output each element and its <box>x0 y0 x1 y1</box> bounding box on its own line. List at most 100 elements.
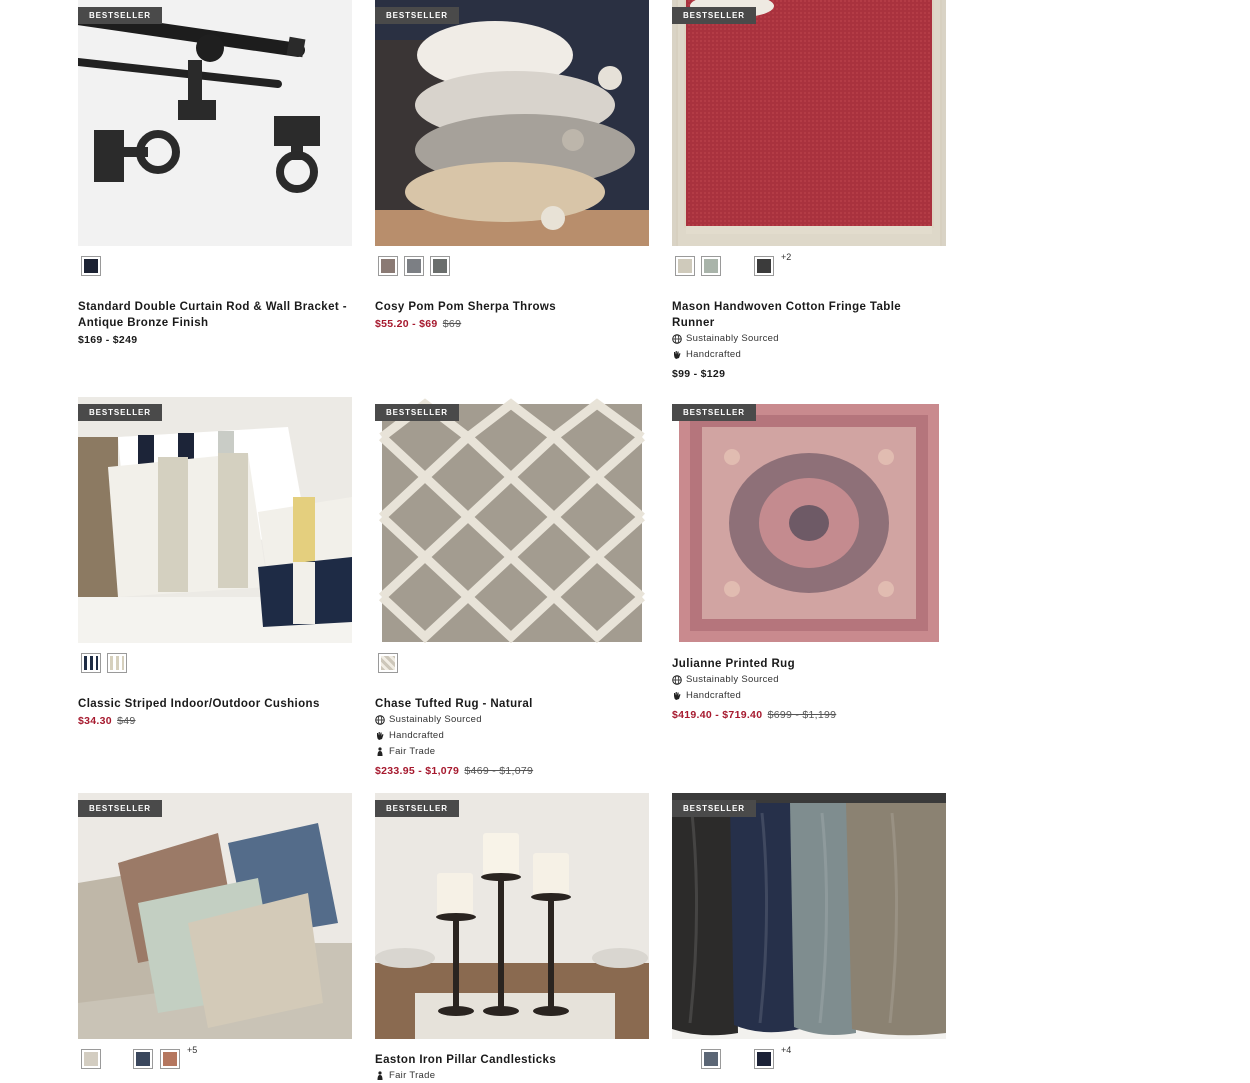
product-image-linen-cushions[interactable]: BESTSELLER <box>78 793 352 1039</box>
product-image-knit-throws[interactable]: BESTSELLER <box>672 793 946 1039</box>
candlesticks-illustration <box>375 793 649 1039</box>
product-image-printed-rug[interactable]: BESTSELLER <box>672 397 946 643</box>
sale-price: $55.20 - $69 <box>375 318 438 330</box>
bestseller-badge: BESTSELLER <box>672 7 756 24</box>
bestseller-badge: BESTSELLER <box>375 7 459 24</box>
color-swatches: +4 <box>672 1045 946 1069</box>
product-card[interactable]: BESTSELLER +2 Mason Handwoven Cotton Fri… <box>672 0 946 382</box>
color-swatches <box>375 653 649 673</box>
color-swatches <box>78 653 352 673</box>
product-title[interactable]: Classic Striped Indoor/Outdoor Cushions <box>78 696 352 712</box>
color-swatch[interactable] <box>133 1049 153 1069</box>
product-price: $169 - $249 <box>78 334 138 346</box>
attribute-label: Sustainably Sourced <box>686 674 779 685</box>
product-image-candlesticks[interactable]: BESTSELLER <box>375 793 649 1039</box>
sustainably-sourced-attribute: Sustainably Sourced <box>375 712 649 728</box>
sale-price: $419.40 - $719.40 <box>672 709 763 721</box>
product-card[interactable]: BESTSELLER +5 <box>78 793 352 1069</box>
product-image-striped-cushions[interactable]: BESTSELLER <box>78 397 352 643</box>
color-swatch[interactable] <box>107 653 127 673</box>
globe-icon <box>375 715 385 725</box>
bestseller-badge: BESTSELLER <box>672 800 756 817</box>
product-price: $34.30 $49 <box>78 713 352 729</box>
product-title[interactable]: Standard Double Curtain Rod & Wall Brack… <box>78 299 352 331</box>
color-swatch[interactable] <box>430 256 450 276</box>
sherpa-throws-illustration <box>375 0 649 246</box>
product-price: $233.95 - $1,079 $469 - $1,079 <box>375 763 649 779</box>
product-image-curtain-rod[interactable]: BESTSELLER <box>78 0 352 246</box>
color-swatch[interactable] <box>727 1049 747 1069</box>
color-swatches <box>375 256 649 276</box>
product-card[interactable]: BESTSELLER Easton Iron Pillar Candlestic… <box>375 793 649 1083</box>
original-price: $49 <box>117 715 136 727</box>
color-swatch[interactable] <box>701 256 721 276</box>
color-swatch[interactable] <box>107 1049 127 1069</box>
product-card[interactable]: BESTSELLER Cosy Pom Pom Sherpa Throws $5… <box>375 0 649 332</box>
attribute-label: Handcrafted <box>686 349 742 360</box>
color-swatch[interactable] <box>81 1049 101 1069</box>
product-image-tufted-rug[interactable]: BESTSELLER <box>375 397 649 643</box>
bestseller-badge: BESTSELLER <box>78 7 162 24</box>
color-swatch[interactable] <box>675 1049 695 1069</box>
table-runner-illustration <box>672 0 946 246</box>
color-swatch[interactable] <box>404 256 424 276</box>
product-title[interactable]: Easton Iron Pillar Candlesticks <box>375 1052 649 1068</box>
color-swatch[interactable] <box>81 653 101 673</box>
color-swatch[interactable] <box>160 1049 180 1069</box>
more-colors-count[interactable]: +4 <box>781 1045 791 1055</box>
product-card[interactable]: BESTSELLER Julianne Printed Rug Sustaina… <box>672 397 946 723</box>
hand-icon <box>674 351 681 359</box>
product-card[interactable]: BESTSELLER Classic Striped Indoor/Outdoo… <box>78 397 352 729</box>
color-swatch[interactable] <box>378 653 398 673</box>
sale-price: $34.30 <box>78 715 112 727</box>
hand-icon <box>377 732 384 740</box>
bestseller-badge: BESTSELLER <box>375 800 459 817</box>
color-swatch[interactable] <box>701 1049 721 1069</box>
tufted-rug-illustration <box>375 397 649 643</box>
handcrafted-attribute: Handcrafted <box>375 728 649 744</box>
color-swatch[interactable] <box>754 256 774 276</box>
product-price: $419.40 - $719.40 $699 - $1,199 <box>672 707 946 723</box>
original-price: $69 <box>442 318 462 330</box>
product-image-table-runner[interactable]: BESTSELLER <box>672 0 946 246</box>
globe-icon <box>672 334 682 344</box>
handcrafted-attribute: Handcrafted <box>672 347 946 363</box>
bestseller-badge: BESTSELLER <box>78 404 162 421</box>
fair-trade-attribute: Fair Trade <box>375 744 649 760</box>
product-card[interactable]: BESTSELLER +4 <box>672 793 946 1069</box>
fair-trade-icon <box>377 747 383 756</box>
sale-price: $233.95 - $1,079 <box>375 765 460 777</box>
more-colors-count[interactable]: +2 <box>781 252 791 262</box>
attribute-label: Sustainably Sourced <box>389 714 482 725</box>
more-colors-count[interactable]: +5 <box>187 1045 197 1055</box>
color-swatch[interactable] <box>675 256 695 276</box>
product-price: $99 - $129 <box>672 368 726 380</box>
original-price: $469 - $1,079 <box>464 765 534 777</box>
product-title[interactable]: Mason Handwoven Cotton Fringe Table Runn… <box>672 299 946 331</box>
fair-trade-icon <box>377 1071 383 1080</box>
attribute-label: Sustainably Sourced <box>686 333 779 344</box>
product-image-sherpa-throws[interactable]: BESTSELLER <box>375 0 649 246</box>
globe-icon <box>672 675 682 685</box>
product-card[interactable]: BESTSELLER Chase Tufted Rug - Natural Su… <box>375 397 649 779</box>
sustainably-sourced-attribute: Sustainably Sourced <box>672 331 946 347</box>
product-card[interactable]: BESTSELLER Standard Double Curtain Rod &… <box>78 0 352 348</box>
color-swatch[interactable] <box>81 256 101 276</box>
product-title[interactable]: Julianne Printed Rug <box>672 656 946 672</box>
attribute-label: Fair Trade <box>389 746 436 757</box>
fair-trade-attribute: Fair Trade <box>375 1068 649 1083</box>
product-title[interactable]: Cosy Pom Pom Sherpa Throws <box>375 299 649 315</box>
printed-rug-illustration <box>672 397 946 643</box>
color-swatch[interactable] <box>754 1049 774 1069</box>
hand-icon <box>674 692 681 700</box>
product-title[interactable]: Chase Tufted Rug - Natural <box>375 696 649 712</box>
color-swatches: +2 <box>672 252 946 276</box>
knit-throws-illustration <box>672 793 946 1039</box>
attribute-label: Fair Trade <box>389 1070 436 1081</box>
color-swatch[interactable] <box>727 256 747 276</box>
bestseller-badge: BESTSELLER <box>672 404 756 421</box>
bestseller-badge: BESTSELLER <box>375 404 459 421</box>
color-swatches <box>78 256 352 276</box>
color-swatch[interactable] <box>378 256 398 276</box>
attribute-label: Handcrafted <box>389 730 445 741</box>
